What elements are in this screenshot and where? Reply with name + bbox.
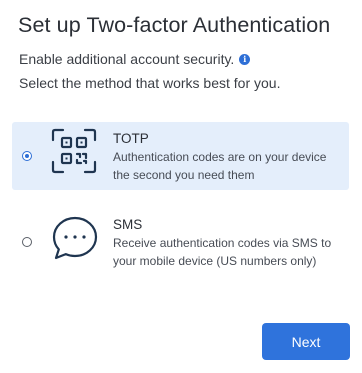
two-factor-setup-dialog: Set up Two-factor Authentication Enable …: [0, 0, 362, 373]
option-totp[interactable]: TOTP Authentication codes are on your de…: [12, 122, 349, 190]
totp-option-description: Authentication codes are on your device …: [113, 150, 327, 182]
info-icon[interactable]: i: [239, 53, 251, 65]
option-sms[interactable]: SMS Receive authentication codes via SMS…: [12, 204, 349, 294]
sms-option-description: Receive authentication codes via SMS to …: [113, 236, 332, 268]
sms-option-name: SMS: [113, 217, 143, 232]
qr-code-scan-icon: [50, 127, 98, 180]
dialog-subtitle: Enable additional account security. i: [19, 50, 251, 68]
dialog-instruction: Select the method that works best for yo…: [19, 75, 281, 91]
totp-option-name: TOTP: [113, 131, 149, 146]
sms-radio[interactable]: [22, 237, 32, 247]
totp-radio[interactable]: [22, 151, 32, 161]
dialog-title: Set up Two-factor Authentication: [18, 13, 331, 37]
chat-bubble-icon: [50, 213, 100, 268]
subtitle-text: Enable additional account security.: [19, 51, 235, 67]
next-button[interactable]: Next: [262, 323, 350, 360]
